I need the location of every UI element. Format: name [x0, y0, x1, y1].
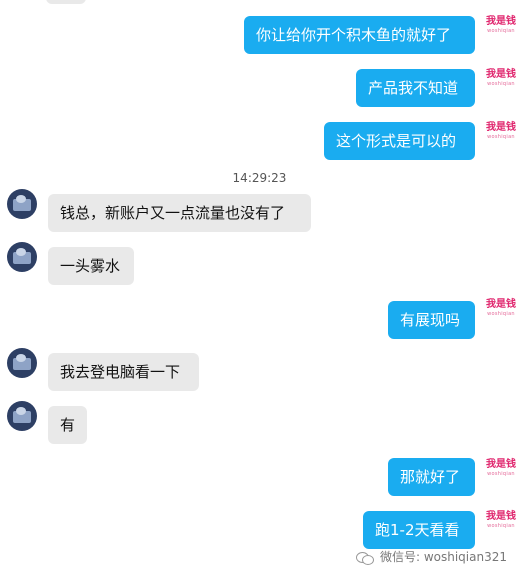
message-bubble-outgoing[interactable]: 跑1-2天看看 — [363, 511, 475, 549]
logo-text: 我是钱 — [486, 69, 516, 80]
sender-logo[interactable]: 我是钱 woshiqian — [485, 16, 517, 42]
logo-subtext: woshiqian — [487, 81, 515, 87]
logo-subtext: woshiqian — [487, 471, 515, 477]
message-bubble-outgoing[interactable]: 有展现吗 — [388, 301, 475, 339]
sender-logo[interactable]: 我是钱 woshiqian — [485, 299, 517, 325]
watermark-text: 微信号: woshiqian321 — [379, 550, 507, 564]
contact-avatar[interactable] — [7, 242, 37, 272]
message-bubble-incoming[interactable]: 有 — [48, 406, 87, 444]
message-bubble-outgoing[interactable]: 你让给你开个积木鱼的就好了 — [244, 16, 475, 54]
message-bubble-outgoing[interactable]: 这个形式是可以的 — [324, 122, 475, 160]
previous-message-fragment — [46, 0, 86, 4]
logo-subtext: woshiqian — [487, 523, 515, 529]
logo-subtext: woshiqian — [487, 134, 515, 140]
contact-avatar[interactable] — [7, 348, 37, 378]
message-bubble-outgoing[interactable]: 那就好了 — [388, 458, 475, 496]
logo-subtext: woshiqian — [487, 311, 515, 317]
sender-logo[interactable]: 我是钱 woshiqian — [485, 122, 517, 148]
message-timestamp: 14:29:23 — [232, 171, 287, 185]
logo-text: 我是钱 — [486, 299, 516, 310]
logo-subtext: woshiqian — [487, 28, 515, 34]
logo-text: 我是钱 — [486, 459, 516, 470]
message-bubble-incoming[interactable]: 一头雾水 — [48, 247, 134, 285]
logo-text: 我是钱 — [486, 122, 516, 133]
message-bubble-outgoing[interactable]: 产品我不知道 — [356, 69, 475, 107]
contact-avatar[interactable] — [7, 189, 37, 219]
contact-avatar[interactable] — [7, 401, 37, 431]
logo-text: 我是钱 — [486, 511, 516, 522]
message-bubble-incoming[interactable]: 钱总，新账户又一点流量也没有了 — [48, 194, 311, 232]
wechat-icon — [355, 550, 374, 565]
sender-logo[interactable]: 我是钱 woshiqian — [485, 459, 517, 485]
message-bubble-incoming[interactable]: 我去登电脑看一下 — [48, 353, 199, 391]
sender-logo[interactable]: 我是钱 woshiqian — [485, 511, 517, 537]
wechat-id-watermark: 微信号: woshiqian321 — [355, 548, 507, 565]
logo-text: 我是钱 — [486, 16, 516, 27]
sender-logo[interactable]: 我是钱 woshiqian — [485, 69, 517, 95]
